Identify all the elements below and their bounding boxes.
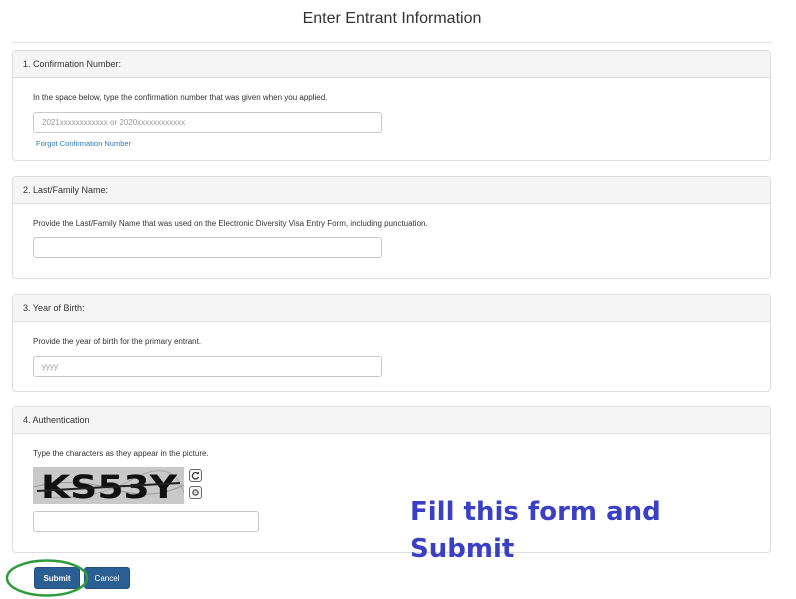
submit-button[interactable]: Submit — [34, 567, 80, 589]
instruction-text: Fill this form and Submit — [410, 497, 661, 564]
last-name-panel: 2. Last/Family Name: Provide the Last/Fa… — [12, 176, 771, 279]
panel-heading: 1. Confirmation Number: — [13, 51, 770, 78]
title-divider — [12, 42, 772, 43]
panel-heading: 3. Year of Birth: — [13, 295, 770, 322]
year-of-birth-panel: 3. Year of Birth: Provide the year of bi… — [12, 294, 771, 392]
year-of-birth-input[interactable] — [33, 356, 382, 377]
panel-heading: 2. Last/Family Name: — [13, 177, 770, 204]
captcha-image: KS53Y — [33, 467, 184, 504]
confirmation-number-panel: 1. Confirmation Number: In the space bel… — [12, 50, 771, 161]
authentication-description: Type the characters as they appear in th… — [33, 449, 209, 458]
panel-heading: 4. Authentication — [13, 407, 770, 434]
year-of-birth-description: Provide the year of birth for the primar… — [33, 337, 202, 346]
audio-icon[interactable] — [189, 486, 202, 499]
last-name-description: Provide the Last/Family Name that was us… — [33, 219, 428, 228]
page-title: Enter Entrant Information — [302, 10, 482, 27]
confirmation-number-input[interactable] — [33, 112, 382, 133]
captcha-input[interactable] — [33, 511, 259, 532]
confirmation-description: In the space below, type the confirmatio… — [33, 93, 328, 102]
cancel-button[interactable]: Cancel — [84, 567, 130, 589]
forgot-confirmation-link[interactable]: Forgot Confirmation Number — [36, 139, 131, 148]
last-name-input[interactable] — [33, 237, 382, 258]
refresh-icon[interactable] — [189, 469, 202, 482]
